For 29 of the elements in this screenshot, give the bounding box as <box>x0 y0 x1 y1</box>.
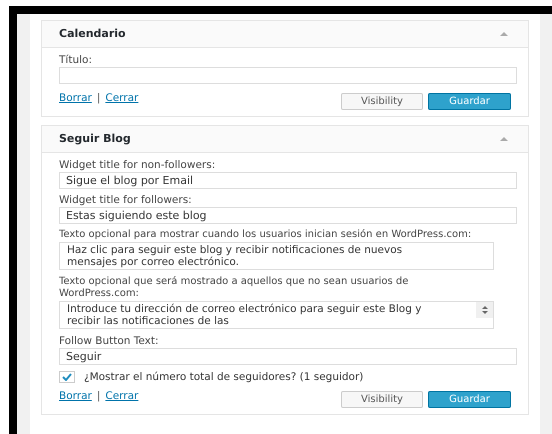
field-label: Título: <box>59 53 93 67</box>
text-area[interactable]: Haz clic para seguir este blog y recibir notificaciones de nuevos mensajes por correo electrónico. <box>59 242 494 270</box>
widget-header[interactable]: Calendario <box>42 21 528 48</box>
visibility-button[interactable]: Visibility <box>341 93 423 110</box>
input-field[interactable]: Sigue el blog por Email <box>59 172 517 189</box>
link-separator: | <box>96 389 100 404</box>
visibility-button[interactable]: Visibility <box>341 391 423 408</box>
link-separator: | <box>96 91 100 106</box>
scroll-arrows-icon[interactable] <box>476 302 493 318</box>
checkbox[interactable] <box>59 371 75 384</box>
collapse-arrow-icon[interactable] <box>500 137 508 141</box>
text-area[interactable]: Introduce tu dirección de correo electrónico para seguir este Blog y recibir las notificaciones de las <box>59 300 494 328</box>
widget-header[interactable]: Seguir Blog <box>42 126 528 153</box>
field-label: Widget title for non-followers: <box>59 158 216 172</box>
close-link[interactable]: Cerrar <box>105 389 138 405</box>
field-label: Follow Button Text: <box>59 334 160 348</box>
widget-title: Calendario <box>59 26 126 42</box>
collapse-arrow-icon[interactable] <box>500 32 508 36</box>
input-field[interactable] <box>59 67 517 84</box>
close-link[interactable]: Cerrar <box>105 91 138 107</box>
input-field[interactable]: Estas siguiendo este blog <box>59 207 517 224</box>
checkbox-label: ¿Mostrar el número total de seguidores? (1 seguidor) <box>84 370 364 384</box>
field-label: Widget title for followers: <box>59 193 193 207</box>
widget-title: Seguir Blog <box>59 130 131 147</box>
delete-link[interactable]: Borrar <box>59 91 92 107</box>
field-label: Texto opcional para mostrar cuando los usuarios inician sesión en WordPress.com: <box>59 229 472 242</box>
input-field[interactable]: Seguir <box>59 348 517 364</box>
field-label: Texto opcional que será mostrado a aquellos que no sean usuarios de WordPress.com: <box>59 276 410 300</box>
delete-link[interactable]: Borrar <box>59 389 92 405</box>
